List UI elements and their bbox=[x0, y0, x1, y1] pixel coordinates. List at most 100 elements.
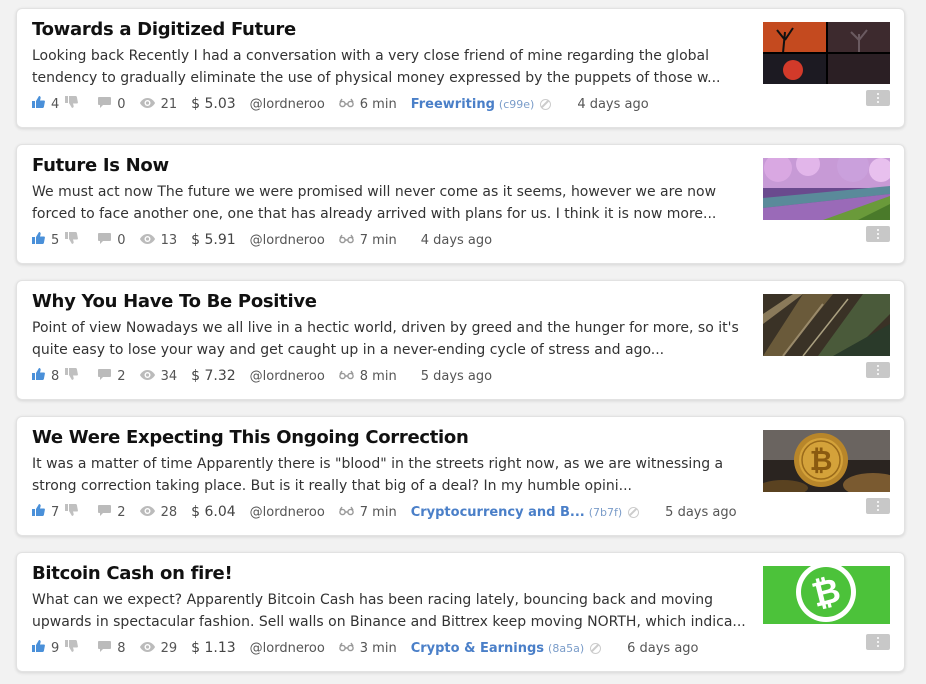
thumbs-up-icon[interactable] bbox=[32, 504, 45, 520]
thumbs-down-icon[interactable] bbox=[65, 96, 79, 112]
comment-count: 2 bbox=[117, 368, 126, 384]
view-count: 13 bbox=[160, 232, 178, 248]
comment-group: 8 bbox=[98, 640, 126, 656]
mute-icon[interactable] bbox=[590, 642, 602, 654]
post-menu-button[interactable] bbox=[866, 226, 890, 242]
post-title[interactable]: We Were Expecting This Ongoing Correctio… bbox=[32, 427, 732, 448]
post-menu-button[interactable] bbox=[866, 362, 890, 378]
eye-icon bbox=[139, 505, 155, 520]
post-menu-button[interactable] bbox=[866, 498, 890, 514]
reading-glasses-icon bbox=[338, 97, 354, 112]
post-thumbnail[interactable]: ₿ bbox=[763, 430, 890, 492]
eye-icon bbox=[139, 369, 155, 384]
post-menu-button[interactable] bbox=[866, 634, 890, 650]
eye-icon bbox=[139, 97, 155, 112]
tag-name[interactable]: Crypto & Earnings bbox=[411, 641, 544, 656]
thumbs-up-icon[interactable] bbox=[32, 368, 45, 384]
thumbs-down-icon[interactable] bbox=[65, 640, 79, 656]
reading-glasses-icon bbox=[338, 505, 354, 520]
view-group: 21 bbox=[139, 96, 178, 112]
post-feed: Towards a Digitized Future Looking back … bbox=[0, 0, 926, 684]
vote-count: 4 bbox=[51, 96, 60, 112]
post-excerpt[interactable]: It was a matter of time Apparently there… bbox=[32, 453, 752, 497]
comment-count: 2 bbox=[117, 504, 126, 520]
mute-icon[interactable] bbox=[628, 506, 640, 518]
author-link[interactable]: @lordneroo bbox=[250, 369, 325, 384]
post-tag[interactable]: Crypto & Earnings (8a5a) bbox=[411, 641, 602, 656]
post-tag[interactable]: Cryptocurrency and B... (7b7f) bbox=[411, 505, 640, 520]
post-excerpt[interactable]: We must act now The future we were promi… bbox=[32, 181, 752, 225]
vote-count: 9 bbox=[51, 640, 60, 656]
comment-icon bbox=[98, 504, 112, 520]
author-link[interactable]: @lordneroo bbox=[250, 233, 325, 248]
comment-group: 2 bbox=[98, 368, 126, 384]
comment-count: 0 bbox=[117, 232, 126, 248]
thumbs-down-icon[interactable] bbox=[65, 504, 79, 520]
comment-count: 0 bbox=[117, 96, 126, 112]
post-card[interactable]: Future Is Now We must act now The future… bbox=[16, 144, 905, 264]
view-group: 34 bbox=[139, 368, 178, 384]
post-thumbnail[interactable] bbox=[763, 22, 890, 84]
post-meta: 5 0 13 $ 5.91 @lordneroo 7 min 4 days ag… bbox=[32, 231, 492, 249]
thumbs-up-icon[interactable] bbox=[32, 640, 45, 656]
comment-icon bbox=[98, 96, 112, 112]
mute-icon[interactable] bbox=[540, 98, 552, 110]
comment-icon bbox=[98, 368, 112, 384]
view-count: 28 bbox=[160, 504, 178, 520]
vote-group: 9 bbox=[32, 640, 84, 656]
post-excerpt[interactable]: What can we expect? Apparently Bitcoin C… bbox=[32, 589, 752, 633]
tag-name[interactable]: Cryptocurrency and B... bbox=[411, 505, 585, 520]
post-card[interactable]: Towards a Digitized Future Looking back … bbox=[16, 8, 905, 128]
post-excerpt[interactable]: Looking back Recently I had a conversati… bbox=[32, 45, 752, 89]
comment-icon bbox=[98, 232, 112, 248]
eye-icon bbox=[139, 233, 155, 248]
eye-icon bbox=[139, 641, 155, 656]
comment-group: 0 bbox=[98, 96, 126, 112]
vote-group: 5 bbox=[32, 232, 84, 248]
post-card[interactable]: Why You Have To Be Positive Point of vie… bbox=[16, 280, 905, 400]
comment-icon bbox=[98, 640, 112, 656]
post-thumbnail[interactable] bbox=[763, 158, 890, 220]
comment-count: 8 bbox=[117, 640, 126, 656]
tag-code: (8a5a) bbox=[548, 641, 585, 655]
tag-code: (7b7f) bbox=[588, 505, 623, 519]
post-tag[interactable]: Freewriting (c99e) bbox=[411, 97, 552, 112]
view-count: 29 bbox=[160, 640, 178, 656]
view-count: 21 bbox=[160, 96, 178, 112]
post-thumbnail[interactable]: ₿ bbox=[763, 566, 890, 628]
vote-group: 7 bbox=[32, 504, 84, 520]
post-card[interactable]: We Were Expecting This Ongoing Correctio… bbox=[16, 416, 905, 536]
view-group: 13 bbox=[139, 232, 178, 248]
read-time: 3 min bbox=[338, 641, 397, 656]
read-time: 8 min bbox=[338, 369, 397, 384]
post-thumbnail[interactable] bbox=[763, 294, 890, 356]
comment-group: 0 bbox=[98, 232, 126, 248]
author-link[interactable]: @lordneroo bbox=[250, 641, 325, 656]
post-menu-button[interactable] bbox=[866, 90, 890, 106]
tag-code: (c99e) bbox=[498, 97, 535, 111]
post-title[interactable]: Future Is Now bbox=[32, 155, 732, 176]
reading-glasses-icon bbox=[338, 641, 354, 656]
vote-count: 8 bbox=[51, 368, 60, 384]
post-card[interactable]: Bitcoin Cash on fire! What can we expect… bbox=[16, 552, 905, 672]
post-age: 4 days ago bbox=[420, 232, 493, 248]
payout-value: $ 6.04 bbox=[191, 504, 236, 520]
post-title[interactable]: Towards a Digitized Future bbox=[32, 19, 732, 40]
thumbs-up-icon[interactable] bbox=[32, 232, 45, 248]
thumbs-down-icon[interactable] bbox=[65, 368, 79, 384]
vote-count: 7 bbox=[51, 504, 60, 520]
author-link[interactable]: @lordneroo bbox=[250, 505, 325, 520]
post-title[interactable]: Why You Have To Be Positive bbox=[32, 291, 732, 312]
post-excerpt[interactable]: Point of view Nowadays we all live in a … bbox=[32, 317, 752, 361]
thumbs-up-icon[interactable] bbox=[32, 96, 45, 112]
payout-value: $ 7.32 bbox=[191, 368, 236, 384]
vote-group: 8 bbox=[32, 368, 84, 384]
view-count: 34 bbox=[160, 368, 178, 384]
tag-name[interactable]: Freewriting bbox=[411, 97, 495, 112]
thumbs-down-icon[interactable] bbox=[65, 232, 79, 248]
comment-group: 2 bbox=[98, 504, 126, 520]
author-link[interactable]: @lordneroo bbox=[250, 97, 325, 112]
post-age: 6 days ago bbox=[627, 640, 699, 656]
post-age: 5 days ago bbox=[665, 504, 737, 520]
post-title[interactable]: Bitcoin Cash on fire! bbox=[32, 563, 732, 584]
